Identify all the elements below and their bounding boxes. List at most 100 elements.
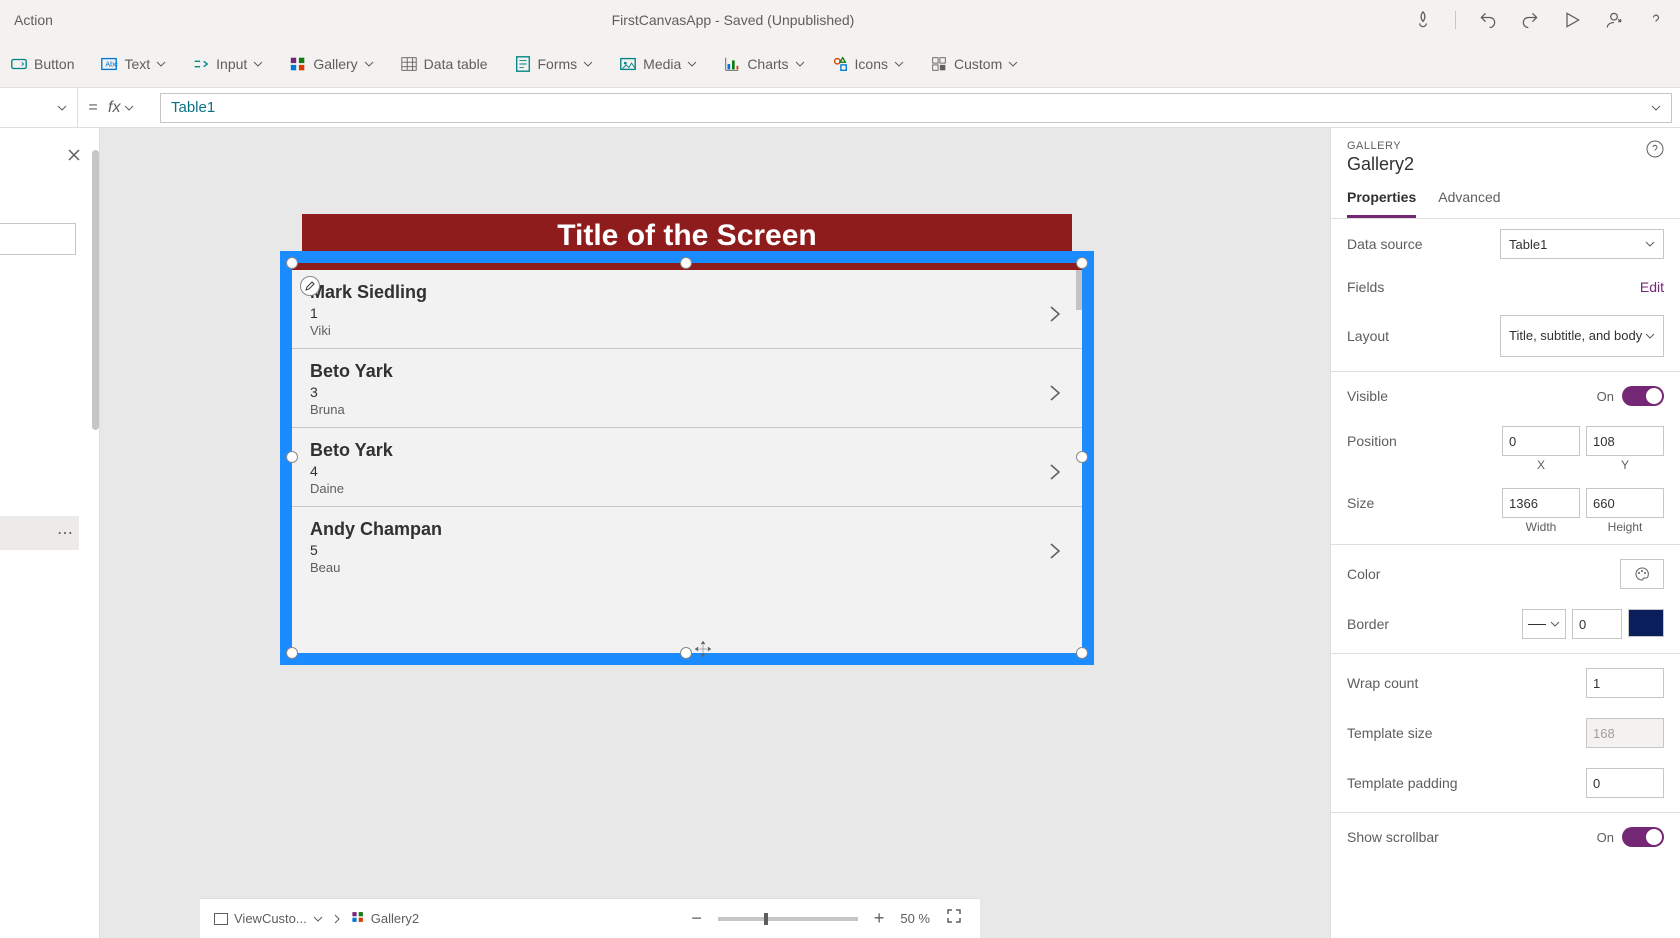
share-icon[interactable] bbox=[1604, 10, 1624, 30]
gallery-control[interactable]: Mark Siedling 1 Viki Beto Yark 3 Bruna B… bbox=[280, 251, 1094, 665]
formula-input[interactable]: Table1 bbox=[160, 93, 1672, 123]
property-selector[interactable] bbox=[0, 88, 78, 128]
tree-search-input[interactable] bbox=[0, 223, 76, 255]
screen-icon bbox=[214, 913, 228, 925]
fx-button[interactable]: fx bbox=[108, 99, 152, 117]
tab-advanced[interactable]: Advanced bbox=[1438, 181, 1500, 218]
visible-toggle[interactable] bbox=[1622, 386, 1664, 406]
zoom-in-button[interactable]: + bbox=[870, 908, 889, 929]
close-tree-icon[interactable] bbox=[67, 148, 81, 167]
icons-icon bbox=[831, 55, 849, 73]
insert-charts[interactable]: Charts bbox=[723, 55, 804, 73]
y-label: Y bbox=[1586, 458, 1664, 472]
item-subtitle: 4 bbox=[310, 463, 1064, 479]
chevron-right-icon[interactable] bbox=[1048, 462, 1062, 487]
chevron-down-icon bbox=[1008, 59, 1018, 69]
fit-screen-icon[interactable] bbox=[942, 908, 966, 929]
color-picker-button[interactable] bbox=[1620, 559, 1664, 589]
insert-gallery[interactable]: Gallery bbox=[289, 55, 373, 73]
play-icon[interactable] bbox=[1562, 10, 1582, 30]
charts-icon bbox=[723, 55, 741, 73]
resize-handle[interactable] bbox=[680, 257, 692, 269]
fields-edit-link[interactable]: Edit bbox=[1640, 279, 1664, 295]
forms-icon bbox=[514, 55, 532, 73]
insert-custom[interactable]: Custom bbox=[930, 55, 1018, 73]
breadcrumb-control[interactable]: Gallery2 bbox=[351, 910, 419, 927]
tree-scrollbar[interactable] bbox=[92, 150, 99, 430]
chevron-right-icon[interactable] bbox=[1048, 541, 1062, 566]
scrollbar-toggle[interactable] bbox=[1622, 827, 1664, 847]
chevron-down-icon bbox=[795, 59, 805, 69]
chevron-down-icon bbox=[364, 59, 374, 69]
insert-icons[interactable]: Icons bbox=[831, 55, 904, 73]
item-body: Beau bbox=[310, 560, 1064, 575]
chevron-down-icon bbox=[894, 59, 904, 69]
border-color-swatch[interactable] bbox=[1628, 609, 1664, 637]
fields-label: Fields bbox=[1347, 279, 1384, 295]
svg-text:Abc: Abc bbox=[106, 59, 119, 68]
text-icon: Abc bbox=[100, 55, 118, 73]
insert-datatable[interactable]: Data table bbox=[400, 55, 488, 73]
breadcrumb-screen[interactable]: ViewCusto... bbox=[214, 911, 323, 926]
layout-label: Layout bbox=[1347, 328, 1389, 344]
media-icon bbox=[619, 55, 637, 73]
height-label: Height bbox=[1586, 520, 1664, 534]
layout-selector[interactable]: Title, subtitle, and body bbox=[1500, 315, 1664, 357]
resize-handle[interactable] bbox=[286, 647, 298, 659]
datasource-label: Data source bbox=[1347, 236, 1422, 252]
menu-action[interactable]: Action bbox=[14, 12, 53, 28]
gallery-item[interactable]: Mark Siedling 1 Viki bbox=[292, 270, 1082, 349]
item-subtitle: 1 bbox=[310, 305, 1064, 321]
insert-forms[interactable]: Forms bbox=[514, 55, 594, 73]
position-x-input[interactable]: 0 bbox=[1502, 426, 1580, 456]
insert-input[interactable]: Input bbox=[192, 55, 263, 73]
control-name[interactable]: Gallery2 bbox=[1347, 154, 1414, 175]
chevron-right-icon[interactable] bbox=[1048, 304, 1062, 329]
tab-properties[interactable]: Properties bbox=[1347, 181, 1416, 218]
redo-icon[interactable] bbox=[1520, 10, 1540, 30]
insert-button[interactable]: Button bbox=[10, 55, 74, 73]
breadcrumb-sep-icon bbox=[333, 913, 341, 925]
expand-formula-icon[interactable] bbox=[1651, 103, 1661, 113]
gallery-icon bbox=[289, 55, 307, 73]
gallery-item[interactable]: Andy Champan 5 Beau bbox=[292, 507, 1082, 585]
table-icon bbox=[400, 55, 418, 73]
border-width-input[interactable]: 0 bbox=[1572, 609, 1622, 639]
zoom-out-button[interactable]: − bbox=[687, 908, 706, 929]
resize-handle[interactable] bbox=[286, 257, 298, 269]
resize-handle[interactable] bbox=[286, 451, 298, 463]
wrapcount-input[interactable]: 1 bbox=[1586, 668, 1664, 698]
insert-text[interactable]: Abc Text bbox=[100, 55, 166, 73]
size-height-input[interactable]: 660 bbox=[1586, 488, 1664, 518]
resize-handle[interactable] bbox=[1076, 451, 1088, 463]
item-body: Daine bbox=[310, 481, 1064, 496]
size-width-input[interactable]: 1366 bbox=[1502, 488, 1580, 518]
app-checker-icon[interactable] bbox=[1413, 10, 1433, 30]
insert-media[interactable]: Media bbox=[619, 55, 697, 73]
border-style-selector[interactable] bbox=[1522, 609, 1566, 639]
zoom-slider[interactable] bbox=[718, 917, 858, 921]
undo-icon[interactable] bbox=[1478, 10, 1498, 30]
visible-label: Visible bbox=[1347, 388, 1388, 404]
resize-handle[interactable] bbox=[680, 647, 692, 659]
templatepadding-input[interactable]: 0 bbox=[1586, 768, 1664, 798]
border-label: Border bbox=[1347, 616, 1389, 632]
chevron-right-icon[interactable] bbox=[1048, 383, 1062, 408]
datasource-selector[interactable]: Table1 bbox=[1500, 229, 1664, 259]
resize-handle[interactable] bbox=[1076, 647, 1088, 659]
item-title: Mark Siedling bbox=[310, 282, 1064, 303]
pane-help-icon[interactable] bbox=[1646, 140, 1664, 163]
gallery-item[interactable]: Beto Yark 3 Bruna bbox=[292, 349, 1082, 428]
x-label: X bbox=[1502, 458, 1580, 472]
position-y-input[interactable]: 108 bbox=[1586, 426, 1664, 456]
item-subtitle: 5 bbox=[310, 542, 1064, 558]
help-icon[interactable] bbox=[1646, 10, 1666, 30]
width-label: Width bbox=[1502, 520, 1580, 534]
size-label: Size bbox=[1347, 495, 1374, 511]
tree-item-selected[interactable]: ⋯ bbox=[0, 516, 79, 550]
templatesize-input[interactable]: 168 bbox=[1586, 718, 1664, 748]
wrapcount-label: Wrap count bbox=[1347, 675, 1418, 691]
edit-template-icon[interactable] bbox=[300, 276, 320, 296]
resize-handle[interactable] bbox=[1076, 257, 1088, 269]
gallery-item[interactable]: Beto Yark 4 Daine bbox=[292, 428, 1082, 507]
